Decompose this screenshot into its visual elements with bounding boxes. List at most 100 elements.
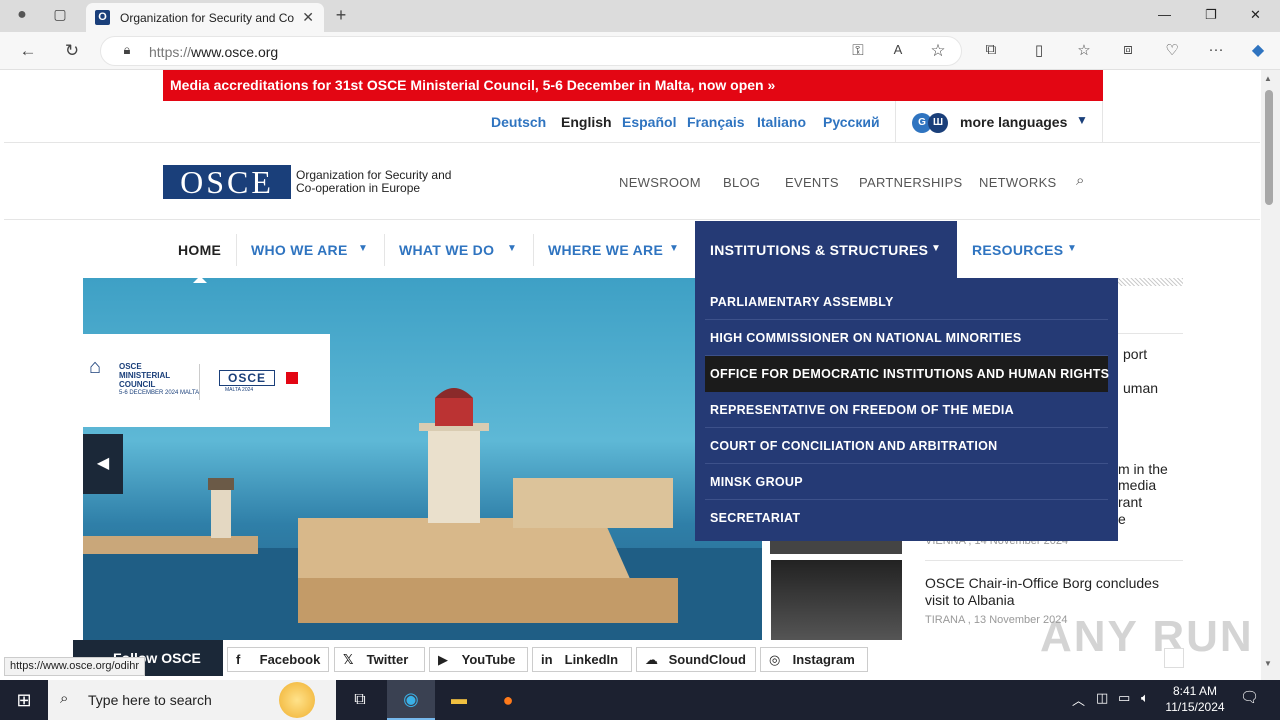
search-icon: ⌕ (60, 690, 69, 707)
twitter-button[interactable]: 𝕏 Twitter (334, 647, 425, 672)
news-thumbnail[interactable] (771, 560, 902, 640)
news-title[interactable]: OSCE Chair-in-Office Borg concludes visi… (925, 575, 1180, 609)
chevron-down-icon[interactable]: ▼ (1067, 243, 1077, 254)
back-to-top-button[interactable] (1164, 648, 1184, 668)
close-window-icon[interactable]: ✕ (1250, 7, 1261, 23)
news-title-partial[interactable]: rant (1118, 494, 1142, 511)
news-thumbnail[interactable] (770, 541, 902, 554)
language-italiano[interactable]: Italiano (757, 114, 806, 130)
malta-2024-text: MALTA 2024 (225, 387, 254, 393)
menu-item-label: COURT OF CONCILIATION AND ARBITRATION (710, 439, 998, 453)
menu-item-court[interactable]: COURT OF CONCILIATION AND ARBITRATION (705, 428, 1108, 464)
notifications-icon[interactable]: 🗨︎ (1240, 688, 1259, 706)
announcement-banner[interactable]: Media accreditations for 31st OSCE Minis… (163, 70, 1103, 101)
nav-partnerships[interactable]: PARTNERSHIPS (859, 175, 963, 190)
back-icon[interactable]: ← (16, 41, 40, 61)
nav-newsroom[interactable]: NEWSROOM (619, 175, 701, 190)
network-icon[interactable]: ▭ (1118, 690, 1130, 706)
taskbar-search-box[interactable]: ⌕ Type here to search (48, 680, 336, 720)
refresh-icon[interactable]: ↻ (60, 41, 84, 61)
mc-logo-date: 5-6 DECEMBER 2024 MALTA (119, 390, 200, 396)
news-title-partial[interactable]: port (1123, 346, 1147, 363)
profile-icon[interactable]: ● (10, 6, 34, 24)
tray-app-icon[interactable]: ◫ (1096, 690, 1108, 706)
file-explorer-icon[interactable]: ▬ (435, 680, 483, 720)
slider-prev-button[interactable]: ◀ (83, 434, 123, 494)
chevron-down-icon[interactable]: ▼ (669, 243, 679, 254)
instagram-button[interactable]: ◎ Instagram (760, 647, 868, 672)
windows-start-icon[interactable]: ⊞ (0, 680, 48, 720)
edge-taskbar-button[interactable]: ◉ (387, 680, 435, 720)
more-languages-button[interactable]: G Ш more languages ▼ (895, 101, 1103, 143)
osce-logo[interactable]: OSCE (163, 165, 291, 199)
nav-who-we-are[interactable]: WHO WE ARE (251, 242, 348, 258)
linkedin-button[interactable]: in LinkedIn (532, 647, 632, 672)
language-espanol[interactable]: Español (622, 114, 676, 130)
news-title-partial[interactable]: m in the (1118, 461, 1168, 478)
chevron-down-icon[interactable]: ▼ (358, 243, 368, 254)
tab-actions-icon[interactable]: ▢ (48, 6, 72, 23)
menu-item-rfom[interactable]: REPRESENTATIVE ON FREEDOM OF THE MEDIA (705, 392, 1108, 428)
menu-item-hcnm[interactable]: HIGH COMMISSIONER ON NATIONAL MINORITIES (705, 320, 1108, 356)
close-tab-icon[interactable]: ✕ (302, 9, 314, 26)
language-deutsch[interactable]: Deutsch (491, 114, 546, 130)
browser-tab-active[interactable]: O Organization for Security and Co ✕ (86, 3, 324, 32)
youtube-button[interactable]: ▶ YouTube (429, 647, 528, 672)
nav-where-we-are[interactable]: WHERE WE ARE (548, 242, 663, 258)
extensions-icon[interactable]: ⧉ (979, 41, 1003, 58)
key-icon[interactable]: ⚿ (846, 42, 870, 59)
menu-item-secretariat[interactable]: SECRETARIAT (705, 500, 1108, 536)
performance-icon[interactable]: ♡ (1160, 41, 1184, 59)
language-francais[interactable]: Français (687, 114, 745, 130)
url-field[interactable]: 🔒︎ https://www.osce.org ⚿ A ☆ (100, 36, 962, 66)
nav-networks[interactable]: NETWORKS (979, 175, 1057, 190)
copilot-icon[interactable]: ◆ (1246, 40, 1270, 60)
scroll-up-icon[interactable]: ▲ (1264, 74, 1272, 83)
news-title-partial[interactable]: media (1118, 477, 1156, 494)
ministerial-council-logo: ⌂ OSCE MINISTERIAL COUNCIL 5-6 DECEMBER 20… (83, 334, 330, 427)
more-menu-icon[interactable]: ··· (1204, 41, 1228, 58)
nav-institutions-structures[interactable]: INSTITUTIONS & STRUCTURES ▼ (695, 221, 957, 278)
task-view-icon[interactable]: ⧉ (336, 680, 384, 720)
language-english[interactable]: English (561, 114, 612, 130)
menu-item-label: OFFICE FOR DEMOCRATIC INSTITUTIONS AND H… (710, 367, 1110, 381)
nav-separator (533, 234, 534, 266)
chevron-down-icon[interactable]: ▼ (507, 243, 517, 254)
scrollbar-thumb[interactable] (1265, 90, 1273, 205)
firefox-icon[interactable]: ● (484, 680, 532, 720)
nav-what-we-do[interactable]: WHAT WE DO (399, 242, 494, 258)
scroll-down-icon[interactable]: ▼ (1264, 659, 1272, 668)
nav-home[interactable]: HOME (178, 242, 221, 258)
menu-item-minsk-group[interactable]: MINSK GROUP (705, 464, 1108, 500)
collections-icon[interactable]: ⧈ (1116, 41, 1140, 58)
soundcloud-button[interactable]: ☁ SoundCloud (636, 647, 756, 672)
link-status-bar: https://www.osce.org/odihr (4, 657, 146, 676)
split-screen-icon[interactable]: ▯ (1027, 41, 1051, 59)
favorites-icon[interactable]: ☆ (1072, 41, 1096, 59)
volume-icon[interactable]: 🔈︎ (1141, 690, 1149, 706)
news-divider (1117, 333, 1183, 334)
favorite-star-icon[interactable]: ☆ (926, 41, 950, 61)
facebook-button[interactable]: f Facebook (227, 647, 329, 672)
tray-chevron-icon[interactable]: ︿ (1072, 690, 1085, 709)
hero-slider[interactable] (83, 278, 762, 640)
lock-icon[interactable]: 🔒︎ (115, 42, 139, 58)
menu-item-odihr[interactable]: OFFICE FOR DEMOCRATIC INSTITUTIONS AND H… (705, 356, 1110, 392)
clock-time: 8:41 AM (1172, 684, 1218, 698)
logo-text[interactable]: Organization for Security and Co-operati… (296, 169, 456, 195)
menu-item-parliamentary-assembly[interactable]: PARLIAMENTARY ASSEMBLY (705, 284, 1108, 320)
new-tab-icon[interactable]: + (329, 5, 353, 26)
taskbar-clock[interactable]: 8:41 AM 11/15/2024 (1160, 683, 1230, 715)
minimize-icon[interactable]: — (1158, 7, 1171, 22)
malta-red-square-icon (286, 372, 298, 384)
news-title-partial[interactable]: e (1118, 511, 1126, 528)
restore-icon[interactable]: ❐ (1205, 7, 1217, 23)
nav-blog[interactable]: BLOG (723, 175, 760, 190)
nav-events[interactable]: EVENTS (785, 175, 839, 190)
nav-resources[interactable]: RESOURCES (972, 242, 1063, 258)
search-icon[interactable]: ⌕ (1076, 172, 1084, 189)
news-title-partial[interactable]: uman (1123, 380, 1158, 397)
header-divider (4, 219, 1260, 220)
language-russian[interactable]: Русский (823, 114, 880, 130)
read-aloud-icon[interactable]: A (886, 42, 910, 57)
